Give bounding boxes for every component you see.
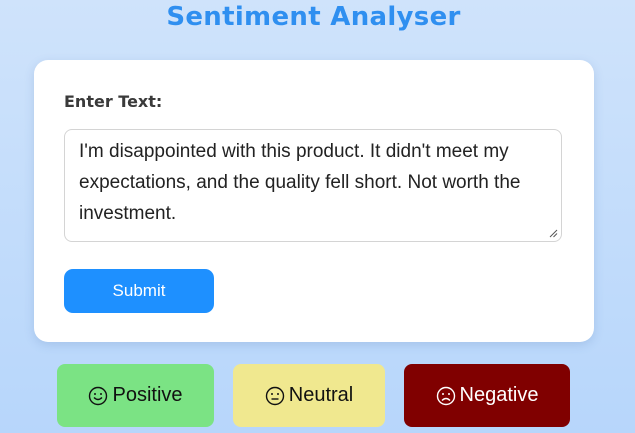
positive-button[interactable]: Positive [57, 364, 214, 427]
positive-label: Positive [112, 384, 183, 406]
text-input-label: Enter Text: [64, 92, 163, 111]
frown-icon [436, 386, 455, 405]
smile-icon [89, 386, 108, 405]
neutral-face-icon [265, 386, 284, 405]
submit-button[interactable]: Submit [64, 269, 214, 313]
text-input[interactable]: I'm disappointed with this product. It d… [64, 129, 562, 242]
page-title: Sentiment Analyser [166, 2, 461, 32]
neutral-button[interactable]: Neutral [233, 364, 385, 427]
negative-button[interactable]: Negative [404, 364, 570, 427]
text-input-value: I'm disappointed with this product. It d… [79, 141, 521, 224]
input-card: Enter Text: I'm disappointed with this p… [34, 60, 594, 342]
resize-handle-icon[interactable] [549, 229, 558, 238]
neutral-label: Neutral [288, 384, 354, 406]
negative-label: Negative [459, 384, 539, 406]
